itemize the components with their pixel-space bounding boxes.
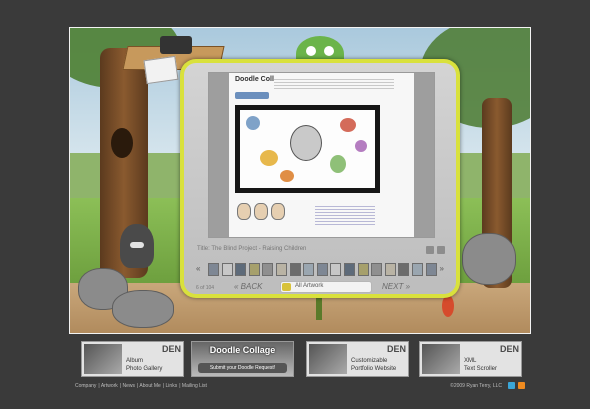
tile-den-logo: DEN — [499, 344, 519, 354]
footer-link-company[interactable]: Company — [75, 383, 96, 389]
thumbnail-item[interactable] — [262, 263, 274, 276]
strip-next-icon[interactable]: » — [440, 264, 444, 273]
site-links — [315, 204, 375, 226]
gallery-nav: 6 of 104 « BACK All Artwork NEXT » — [190, 281, 450, 295]
papers-illustration — [143, 55, 179, 85]
tile-thumbnail — [422, 344, 460, 374]
promo-tiles: DEN Album Photo Gallery Doodle Collage S… — [69, 337, 531, 381]
tile-banner-sub: Submit your Doodle Request! — [198, 363, 287, 373]
tile-doodle-collage[interactable]: Doodle Collage Submit your Doodle Reques… — [191, 341, 294, 377]
gallery-panel: Doodle Collage Title: The Blind Project … — [184, 63, 456, 294]
play-icon[interactable] — [282, 283, 291, 291]
fullscreen-icon[interactable] — [437, 246, 445, 254]
thumbnail-item[interactable] — [371, 263, 383, 276]
footer-link-mailing[interactable]: Mailing List — [182, 383, 207, 389]
rock-left-2 — [112, 290, 174, 328]
rss-icon[interactable] — [518, 382, 525, 389]
thumbnail-item[interactable] — [221, 263, 233, 276]
thumbnail-item[interactable] — [425, 263, 437, 276]
thumbnail-item[interactable] — [398, 263, 410, 276]
zoom-icon[interactable] — [426, 246, 434, 254]
tile-line2: Text Scroller — [464, 366, 498, 372]
artwork-title: Title: The Blind Project - Raising Child… — [197, 246, 307, 252]
tile-banner-title: Doodle Collage — [209, 345, 276, 355]
footer: Company | Artwork | News | About Me | Links |… — [75, 382, 530, 393]
sock-creature — [120, 224, 154, 268]
thumbnail-item[interactable] — [303, 263, 315, 276]
thumbnail-item[interactable] — [235, 263, 247, 276]
doodle-collage — [235, 105, 380, 193]
artwork-filter-label: All Artwork — [295, 283, 324, 289]
back-button[interactable]: « BACK — [234, 282, 262, 291]
tile-line1: Customizable — [351, 358, 388, 364]
rock-right — [462, 233, 516, 285]
portraits-row — [237, 203, 288, 220]
footer-link-about[interactable]: About Me — [139, 383, 160, 389]
gallery-frame: Doodle Collage Title: The Blind Project … — [180, 59, 460, 298]
image-counter: 6 of 104 — [196, 285, 215, 291]
tile-album[interactable]: DEN Album Photo Gallery — [81, 341, 184, 377]
footer-link-artwork[interactable]: Artwork — [101, 383, 118, 389]
thumbnail-strip: « » — [194, 261, 446, 279]
tile-line2: Photo Gallery — [126, 366, 163, 372]
footer-links: Company | Artwork | News | About Me | Links |… — [75, 383, 207, 389]
strip-prev-icon[interactable]: « — [196, 264, 200, 273]
footer-link-links[interactable]: Links — [166, 383, 178, 389]
tile-thumbnail — [309, 344, 347, 374]
site-intro-text — [274, 77, 394, 89]
thumbnail-item[interactable] — [384, 263, 396, 276]
thumbnail-item[interactable] — [316, 263, 328, 276]
tile-den-logo: DEN — [386, 344, 406, 354]
tile-text-scroller[interactable]: DEN XML Text Scroller — [419, 341, 522, 377]
tile-portfolio[interactable]: DEN Customizable Portfolio Website — [306, 341, 409, 377]
viewer-gutter-left — [209, 73, 229, 237]
artwork-image: Doodle Collage — [229, 73, 414, 237]
tile-line1: Album — [126, 358, 144, 364]
artwork-viewer[interactable]: Doodle Collage — [208, 72, 435, 238]
thumbnail-item[interactable] — [357, 263, 369, 276]
request-button — [235, 92, 269, 99]
thumbnail-item[interactable] — [330, 263, 342, 276]
tile-thumbnail — [84, 344, 122, 374]
tree-hole — [111, 128, 133, 158]
twitter-icon[interactable] — [508, 382, 515, 389]
tile-line1: XML — [464, 358, 477, 364]
tile-den-logo: DEN — [161, 344, 181, 354]
frame-stand — [316, 298, 322, 320]
tongue-illustration — [442, 295, 454, 317]
artwork-titlebar: Title: The Blind Project - Raising Child… — [194, 245, 446, 257]
artwork-filter-select[interactable]: All Artwork — [280, 281, 372, 293]
thumbnail-item[interactable] — [289, 263, 301, 276]
tile-line2: Portfolio Website — [351, 366, 397, 372]
footer-link-news[interactable]: News — [122, 383, 135, 389]
viewer-gutter-right — [414, 73, 434, 237]
thumbnail-item[interactable] — [412, 263, 423, 276]
radio-illustration — [160, 36, 192, 54]
thumbnail-item[interactable] — [208, 263, 219, 276]
thumbnail-item[interactable] — [344, 263, 355, 276]
copyright: ©2009 Ryan Terry, LLC — [450, 383, 502, 389]
thumbnail-item[interactable] — [276, 263, 287, 276]
next-button[interactable]: NEXT » — [382, 282, 410, 291]
thumbnail-item[interactable] — [248, 263, 260, 276]
